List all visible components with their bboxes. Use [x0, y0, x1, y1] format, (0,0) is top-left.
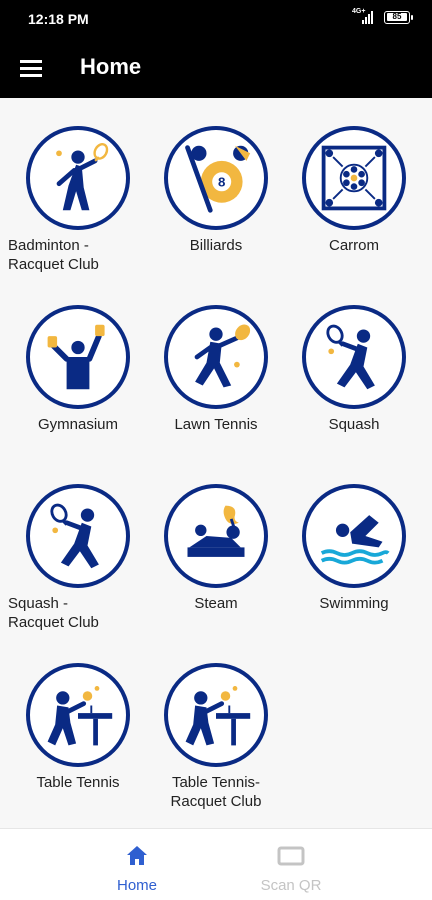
facility-label: Squash - Racquet Club [8, 595, 99, 631]
nav-home-label: Home [116, 877, 157, 894]
table-tennis-icon [26, 663, 130, 767]
system-icons: 4G+ 85 [352, 8, 413, 24]
swimming-icon [302, 484, 406, 588]
facility-steam[interactable]: Steam [146, 484, 286, 613]
facility-label: Badminton - Racquet Club [8, 237, 99, 273]
facility-swimming[interactable]: Swimming [284, 484, 424, 613]
facility-label: Swimming [319, 595, 389, 612]
app-bar: Home [0, 38, 432, 98]
steam-icon [164, 484, 268, 588]
facility-label: Table Tennis [36, 774, 120, 791]
facility-label: Steam [194, 595, 238, 612]
nav-scan-qr[interactable]: Scan QR [231, 843, 351, 894]
facility-table-tennis[interactable]: Table Tennis [8, 663, 148, 792]
scan-qr-icon [231, 843, 351, 869]
table-tennis-icon [164, 663, 268, 767]
signal-icon: 4G+ [352, 8, 376, 24]
billiards-icon: 8 [164, 126, 268, 230]
squash-icon [26, 484, 130, 588]
carrom-icon [302, 126, 406, 230]
facility-squash-racquet-club[interactable]: Squash - Racquet Club [8, 484, 148, 632]
facility-carrom[interactable]: Carrom [284, 126, 424, 255]
bottom-navigation: Home Scan QR [0, 828, 432, 900]
facility-gymnasium[interactable]: Gymnasium [8, 305, 148, 434]
nav-scan-label: Scan QR [260, 877, 322, 894]
facility-label: Squash [328, 416, 380, 433]
facility-lawn-tennis[interactable]: Lawn Tennis [146, 305, 286, 434]
gymnasium-icon [26, 305, 130, 409]
facility-table-tennis-racquet-club[interactable]: Table Tennis- Racquet Club [146, 663, 286, 811]
facility-label: Gymnasium [37, 416, 119, 433]
home-icon [77, 843, 197, 869]
status-time: 12:18 PM [28, 11, 89, 27]
battery-icon: 85 [384, 10, 413, 24]
menu-icon[interactable] [20, 57, 42, 79]
facility-grid: Badminton - Racquet Club 8 Billiards Car… [0, 98, 432, 828]
facility-label: Lawn Tennis [174, 416, 258, 433]
facility-squash[interactable]: Squash [284, 305, 424, 434]
facility-badminton-racquet-club[interactable]: Badminton - Racquet Club [8, 126, 148, 274]
svg-text:8: 8 [218, 175, 225, 190]
facility-label: Carrom [328, 237, 379, 254]
badminton-icon [26, 126, 130, 230]
battery-level: 85 [387, 13, 407, 21]
squash-icon [302, 305, 406, 409]
status-bar: 12:18 PM 4G+ 85 [0, 0, 432, 38]
lawn-tennis-icon [164, 305, 268, 409]
page-title: Home [80, 54, 142, 79]
nav-home[interactable]: Home [77, 843, 197, 894]
facility-label: Billiards [189, 237, 243, 254]
facility-billiards[interactable]: 8 Billiards [146, 126, 286, 255]
facility-label: Table Tennis- Racquet Club [170, 774, 262, 810]
